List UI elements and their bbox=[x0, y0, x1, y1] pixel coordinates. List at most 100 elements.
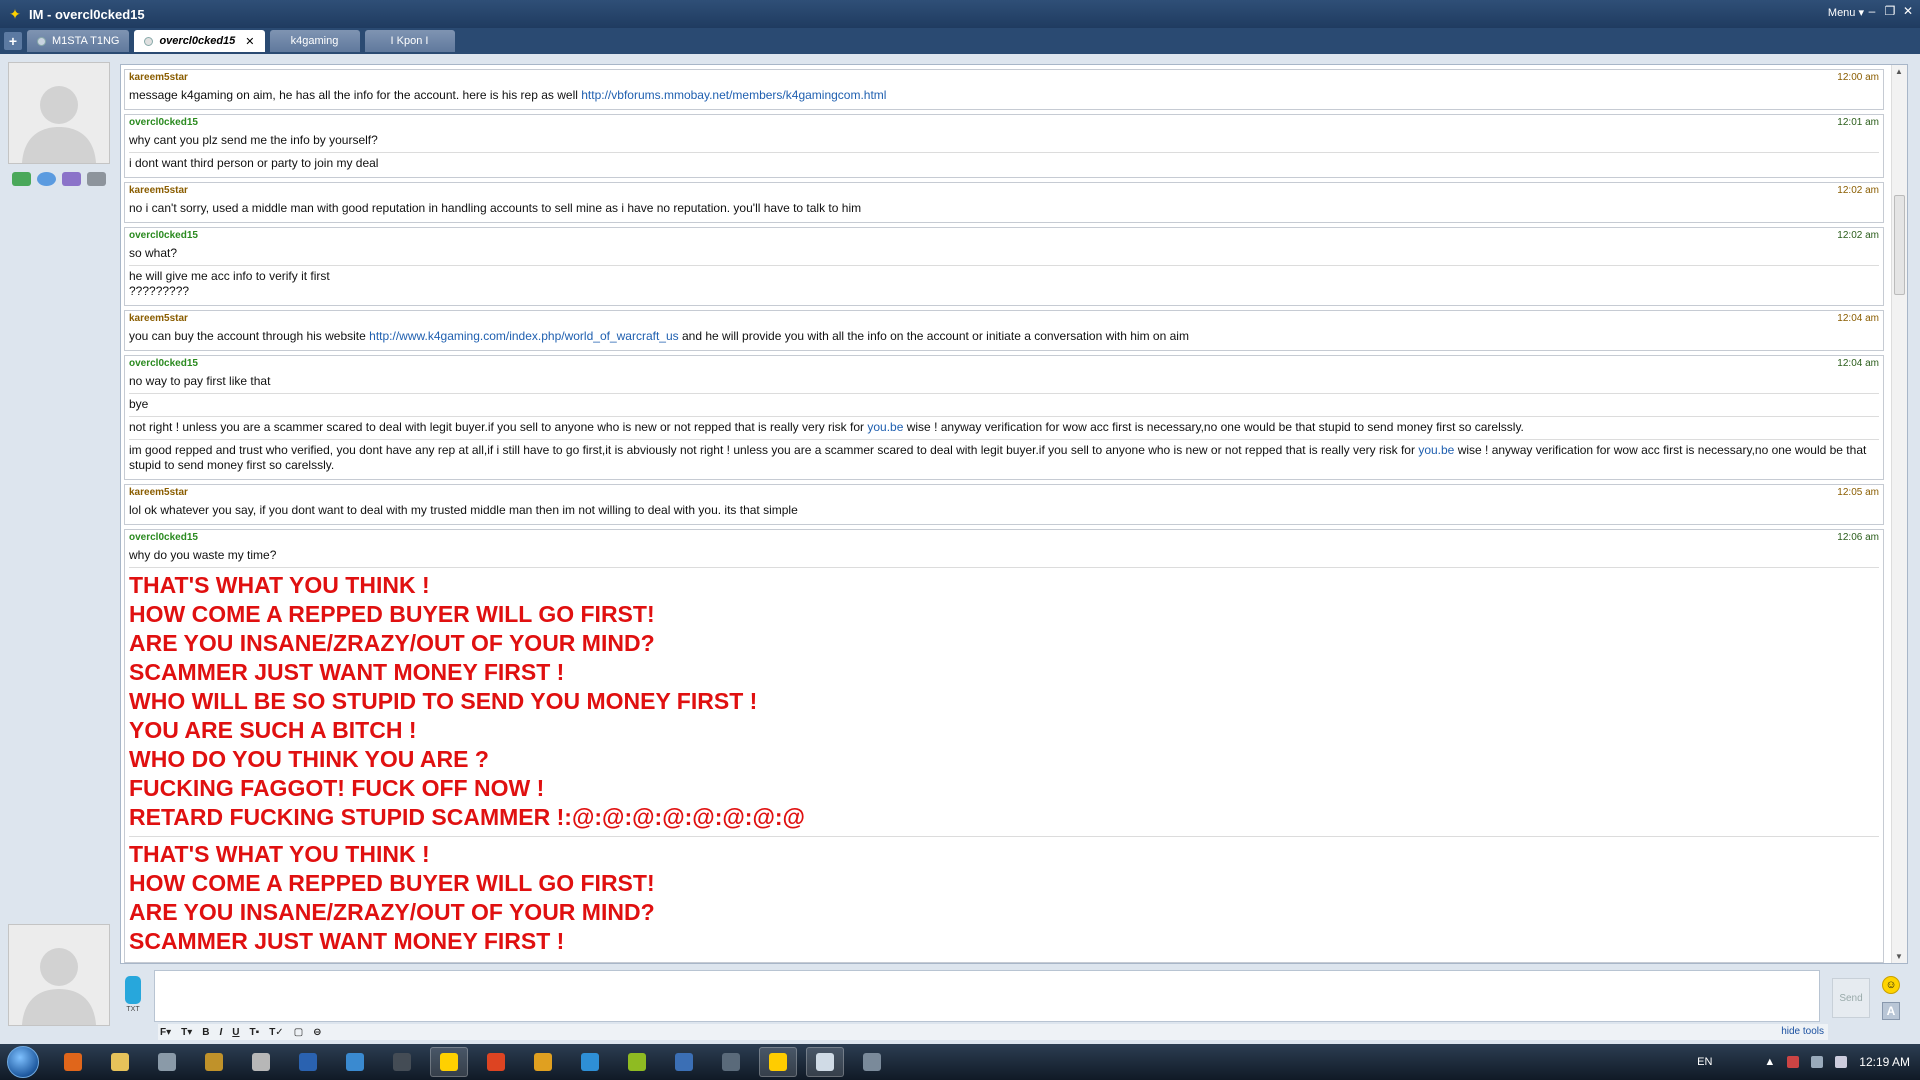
message-link[interactable]: you.be bbox=[1418, 443, 1454, 457]
message-segment: im good repped and trust who verified, y… bbox=[129, 443, 1419, 457]
taskbar-remote-button[interactable] bbox=[853, 1047, 891, 1077]
message-timestamp: 12:04 am bbox=[1837, 358, 1879, 369]
message-text: bye bbox=[129, 394, 1879, 417]
my-avatar[interactable] bbox=[8, 924, 110, 1026]
message-sender[interactable]: kareem5star bbox=[129, 72, 1879, 85]
notepad-icon bbox=[816, 1053, 834, 1071]
close-button[interactable]: ✕ bbox=[1902, 4, 1914, 18]
l-app-icon bbox=[299, 1053, 317, 1071]
message-sender[interactable]: overcl0cked15 bbox=[129, 358, 1879, 371]
scrollbar-thumb[interactable] bbox=[1894, 195, 1905, 295]
taskbar-firefox-button[interactable] bbox=[54, 1047, 92, 1077]
aim-running-man-icon: ✦ bbox=[9, 5, 21, 22]
flag-icon[interactable] bbox=[1787, 1056, 1800, 1068]
font-face-button[interactable]: F▾ bbox=[160, 1027, 171, 1038]
font-size-button[interactable]: T▾ bbox=[181, 1027, 192, 1038]
network-tray-icon[interactable] bbox=[1811, 1056, 1824, 1068]
taskbar-steam-button[interactable] bbox=[148, 1047, 186, 1077]
taskbar-l-app-button[interactable] bbox=[289, 1047, 327, 1077]
message-timestamp: 12:00 am bbox=[1837, 72, 1879, 83]
message-segment: he will give me acc info to verify it fi… bbox=[129, 269, 330, 298]
taskbar-game-button[interactable] bbox=[242, 1047, 280, 1077]
menu-button[interactable]: Menu ▾ bbox=[1828, 6, 1864, 19]
shout-text-line: SCAMMER JUST WANT MONEY FIRST ! bbox=[129, 928, 565, 954]
font-style-icon[interactable]: A bbox=[1882, 1002, 1900, 1020]
buddy-info-icon[interactable] bbox=[12, 172, 31, 186]
scroll-down-icon[interactable]: ▼ bbox=[1895, 952, 1903, 961]
text-color-button[interactable]: T▪ bbox=[250, 1027, 260, 1038]
im-icon[interactable] bbox=[37, 172, 56, 186]
shout-text-line: THAT'S WHAT YOU THINK ! bbox=[129, 572, 430, 598]
message-segment: why do you waste my time? bbox=[129, 548, 277, 562]
start-button[interactable] bbox=[0, 1044, 46, 1080]
buddy-avatar[interactable] bbox=[8, 62, 110, 164]
chat-scrollbar[interactable]: ▲ ▼ bbox=[1891, 65, 1907, 963]
message-text: message k4gaming on aim, he has all the … bbox=[129, 85, 1879, 107]
taskbar-folder-button[interactable] bbox=[101, 1047, 139, 1077]
hide-tools-link[interactable]: hide tools bbox=[1781, 1026, 1824, 1037]
tab-k4gaming[interactable]: k4gaming bbox=[269, 30, 360, 52]
message-group: overcl0cked15 12:06 am why do you waste my… bbox=[124, 529, 1884, 963]
minimize-button[interactable]: – bbox=[1866, 4, 1878, 18]
message-link[interactable]: you.be bbox=[867, 420, 903, 434]
send-file-icon[interactable] bbox=[62, 172, 81, 186]
message-sender[interactable]: kareem5star bbox=[129, 185, 1879, 198]
taskbar-monitor-button[interactable] bbox=[712, 1047, 750, 1077]
taskbar-aim-button[interactable] bbox=[430, 1047, 468, 1077]
message-sender[interactable]: kareem5star bbox=[129, 487, 1879, 500]
clear-format-button[interactable]: T✓ bbox=[269, 1027, 284, 1038]
close-tab-icon[interactable]: ✕ bbox=[245, 35, 254, 48]
shout-text-line: WHO WILL BE SO STUPID TO SEND YOU MONEY … bbox=[129, 688, 758, 714]
message-segment: bye bbox=[129, 397, 149, 411]
underline-button[interactable]: U bbox=[232, 1027, 239, 1038]
taskbar-wow-button[interactable] bbox=[195, 1047, 233, 1077]
txt-button[interactable]: TXT bbox=[122, 976, 144, 1020]
message-link[interactable]: http://www.k4gaming.com/index.php/world_… bbox=[369, 329, 679, 343]
folder-icon bbox=[111, 1053, 129, 1071]
chat-history[interactable]: kareem5star 12:00 am message k4gaming on a… bbox=[120, 64, 1908, 964]
tab-overcl0cked15[interactable]: overcl0cked15 ✕ bbox=[134, 30, 265, 52]
txt-label: TXT bbox=[126, 1006, 140, 1013]
taskbar-h-app-button[interactable] bbox=[618, 1047, 656, 1077]
message-text: so what? bbox=[129, 243, 1879, 266]
taskbar-apps bbox=[54, 1047, 891, 1077]
tab-i-kpon-i[interactable]: I Kpon I bbox=[364, 30, 455, 52]
shout-text-line: FUCKING FAGGOT! FUCK OFF NOW ! bbox=[129, 775, 545, 801]
taskbar-im-button[interactable] bbox=[759, 1047, 797, 1077]
taskbar-jet-button[interactable] bbox=[477, 1047, 515, 1077]
taskbar-terminal-button[interactable] bbox=[383, 1047, 421, 1077]
insert-link-button[interactable]: ⊖ bbox=[313, 1027, 321, 1038]
language-indicator[interactable]: EN bbox=[1697, 1056, 1712, 1068]
add-tab-button[interactable]: + bbox=[4, 32, 22, 50]
message-link[interactable]: http://vbforums.mmobay.net/members/k4gam… bbox=[581, 88, 886, 102]
taskbar-notepad-button[interactable] bbox=[806, 1047, 844, 1077]
message-sender[interactable]: kareem5star bbox=[129, 313, 1879, 326]
taskbar: EN ▲ 12:19 AM bbox=[0, 1044, 1920, 1080]
shout-text-line: ARE YOU INSANE/ZRAZY/OUT OF YOUR MIND? bbox=[129, 630, 655, 656]
background-button[interactable]: ▢ bbox=[294, 1027, 303, 1038]
message-sender[interactable]: overcl0cked15 bbox=[129, 532, 1879, 545]
italic-button[interactable]: I bbox=[220, 1027, 223, 1038]
scroll-up-icon[interactable]: ▲ bbox=[1895, 67, 1903, 76]
show-hidden-icons-icon[interactable]: ▲ bbox=[1764, 1056, 1775, 1068]
tab-m1sta-t1ng[interactable]: M1STA T1NG bbox=[27, 30, 130, 52]
restore-button[interactable]: ❐ bbox=[1884, 4, 1896, 18]
tiles-icon bbox=[534, 1053, 552, 1071]
volume-icon[interactable] bbox=[1835, 1056, 1848, 1068]
shout-text-line: SCAMMER JUST WANT MONEY FIRST ! bbox=[129, 659, 565, 685]
message-input[interactable] bbox=[154, 970, 1820, 1022]
send-button[interactable]: Send bbox=[1832, 978, 1870, 1018]
buddy-panel bbox=[8, 62, 112, 194]
taskbar-tiles-button[interactable] bbox=[524, 1047, 562, 1077]
message-sender[interactable]: overcl0cked15 bbox=[129, 230, 1879, 243]
taskbar-at-button[interactable] bbox=[665, 1047, 703, 1077]
bold-button[interactable]: B bbox=[202, 1027, 209, 1038]
video-chat-icon[interactable] bbox=[87, 172, 106, 186]
taskbar-chrome-button[interactable] bbox=[571, 1047, 609, 1077]
clock[interactable]: 12:19 AM bbox=[1859, 1055, 1910, 1069]
taskbar-network-button[interactable] bbox=[336, 1047, 374, 1077]
jet-icon bbox=[487, 1053, 505, 1071]
message-segment: not right ! unless you are a scammer sca… bbox=[129, 420, 868, 434]
message-sender[interactable]: overcl0cked15 bbox=[129, 117, 1879, 130]
emoticon-icon[interactable]: ☺ bbox=[1882, 976, 1900, 994]
